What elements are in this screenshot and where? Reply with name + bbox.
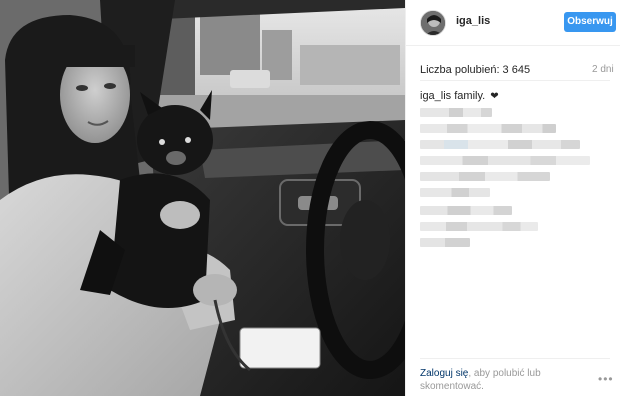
blurred-comment-line bbox=[420, 140, 580, 149]
caption-text: iga_lis family. bbox=[420, 90, 486, 102]
blurred-comment-line bbox=[420, 222, 538, 231]
login-prompt: Zaloguj się, aby polubić lub skomentować… bbox=[420, 367, 590, 393]
divider bbox=[420, 358, 610, 359]
username[interactable]: iga_lis bbox=[456, 15, 490, 27]
post-photo-image bbox=[0, 0, 405, 396]
divider bbox=[420, 80, 610, 81]
heart-icon: ❤ bbox=[490, 91, 499, 102]
avatar-image bbox=[421, 11, 445, 35]
post-photo bbox=[0, 0, 405, 396]
avatar[interactable] bbox=[420, 10, 446, 36]
post-header: iga_lis Obserwuj bbox=[406, 0, 620, 46]
post-date[interactable]: 2 dni bbox=[592, 64, 614, 75]
blurred-comment-line bbox=[420, 188, 490, 197]
likes-count[interactable]: Liczba polubień: 3 645 bbox=[420, 64, 530, 76]
blurred-comment-line bbox=[420, 108, 492, 117]
blurred-comment-line bbox=[420, 124, 556, 133]
blurred-comment-line bbox=[420, 156, 590, 165]
more-dots-icon[interactable]: ••• bbox=[598, 372, 614, 386]
blurred-comment-line bbox=[420, 238, 470, 247]
post-side-panel: iga_lis Obserwuj Liczba polubień: 3 645 … bbox=[405, 0, 620, 396]
follow-button[interactable]: Obserwuj bbox=[564, 12, 616, 32]
blurred-comment-line bbox=[420, 206, 512, 215]
post-caption: iga_lis family. ❤ bbox=[420, 90, 499, 102]
blurred-comment-line bbox=[420, 172, 550, 181]
login-link[interactable]: Zaloguj się bbox=[420, 368, 468, 379]
